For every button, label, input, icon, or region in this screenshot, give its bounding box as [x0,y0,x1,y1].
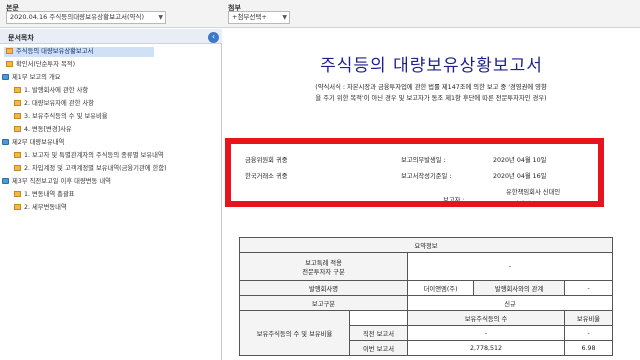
toc-item-holdings[interactable]: 3. 보유주식등의 수 및 보유비율 [14,112,108,122]
toc-item-part3[interactable]: 제3부 직전보고일 이후 대량변동 내역 [2,177,111,187]
document-icon [14,126,21,132]
summary-value: - [564,325,613,341]
document-icon [6,61,13,67]
form-note-line: (약식서식 : 자본시장과 금융투자업에 관한 법률 제147조에 의한 보고 … [315,84,547,91]
summary-table: 요약정보 보고특례 적용 전문투자자 구분 - 발행회사명 더이앤엠(주) 발행… [239,237,613,356]
attachment-select-value: +첨부선택+ [232,13,267,21]
summary-label: 발행회사명 [239,280,408,296]
summary-value: - [407,252,613,281]
folder-icon [2,139,9,145]
summary-header: 요약정보 [239,237,613,253]
summary-label: 발행회사와의 관계 [473,280,565,296]
toc-item-confirmation[interactable]: 확인서(단순투자 목적) [6,60,75,70]
summary-value: 2,778,512 [407,340,565,356]
toc-item-report[interactable]: 주식등의 대량보유상황보고서 [4,47,154,57]
toc-item-part2[interactable]: 제2부 대량보유내역 [2,138,64,148]
toc-sidebar: 문서목차 ‹ 주식등의 대량보유상황보고서 확인서(단순투자 목적) 제1부 보… [0,29,222,360]
summary-value: - [564,280,613,296]
document-icon [14,165,21,171]
document-icon [14,204,21,210]
top-bar: 본문 2020.04.16 주식등의대량보유상황보고서(약식) ▼ 첨부 +첨부… [0,0,640,28]
toc-item-account-holdings[interactable]: 2. 차입계정 및 고객계정별 보유내역(금융기관에 한함) [14,164,167,174]
document-icon [14,152,21,158]
column-header: 보유주식등의 수 [407,310,565,326]
column-header: 보유비율 [564,310,613,326]
folder-icon [2,74,9,80]
folder-icon [2,178,9,184]
summary-label: 직전 보고서 [349,325,408,341]
document-icon [14,191,21,197]
form-note-line: 을 주기 위한 목적'이 아닌 경우 및 보고자가 동조 제1항 후단에 따른 … [315,95,547,102]
summary-label: 보고특례 적용 전문투자자 구분 [239,252,408,281]
summary-cell-blank [349,310,408,326]
document-select[interactable]: 2020.04.16 주식등의대량보유상황보고서(약식) ▼ [6,11,166,24]
toc-item-holder[interactable]: 2. 대량보유자에 관한 사항 [14,99,94,109]
chevron-down-icon: ▼ [158,14,163,21]
document-icon [14,100,21,106]
document-viewer: 주식등의 대량보유상황보고서 (약식서식 : 자본시장과 금융투자업에 관한 법… [223,29,640,360]
document-title: 주식등의 대량보유상황보고서 [320,56,543,76]
summary-value: 6.98 [564,340,613,356]
toc-item-holdings-by-type[interactable]: 1. 보고자 및 특별관계자의 주식등의 종류별 보유내역 [14,151,164,161]
collapse-sidebar-button[interactable]: ‹ [208,32,219,43]
summary-label: 보유주식등의 수 및 보유비율 [239,310,350,356]
summary-label: 이번 보고서 [349,340,408,356]
toc-title: 문서목차 [0,29,222,44]
document-select-value: 2020.04.16 주식등의대량보유상황보고서(약식) [10,13,145,21]
document-icon [6,48,13,54]
report-type-value: 신규 [407,295,613,311]
form-note: (약식서식 : 자본시장과 금융투자업에 관한 법률 제147조에 의한 보고 … [241,82,621,104]
issuer-name: 더이앤엠(주) [406,280,475,296]
toc-item-change-summary[interactable]: 1. 변동내역 총괄표 [14,190,75,200]
summary-value: - [407,325,565,341]
highlight-box [225,138,604,207]
toc-item-reason[interactable]: 4. 변동[변경]사유 [14,125,72,135]
attachment-select[interactable]: +첨부선택+ ▼ [228,11,290,24]
chevron-down-icon: ▼ [282,14,287,21]
toc-item-change-detail[interactable]: 2. 세부변동내역 [14,203,67,213]
toc-item-part1[interactable]: 제1부 보고의 개요 [2,73,61,83]
document-icon [14,87,21,93]
toc-item-issuer[interactable]: 1. 발행회사에 관한 사항 [14,86,88,96]
document-icon [14,113,21,119]
summary-label: 보고구분 [239,295,408,311]
